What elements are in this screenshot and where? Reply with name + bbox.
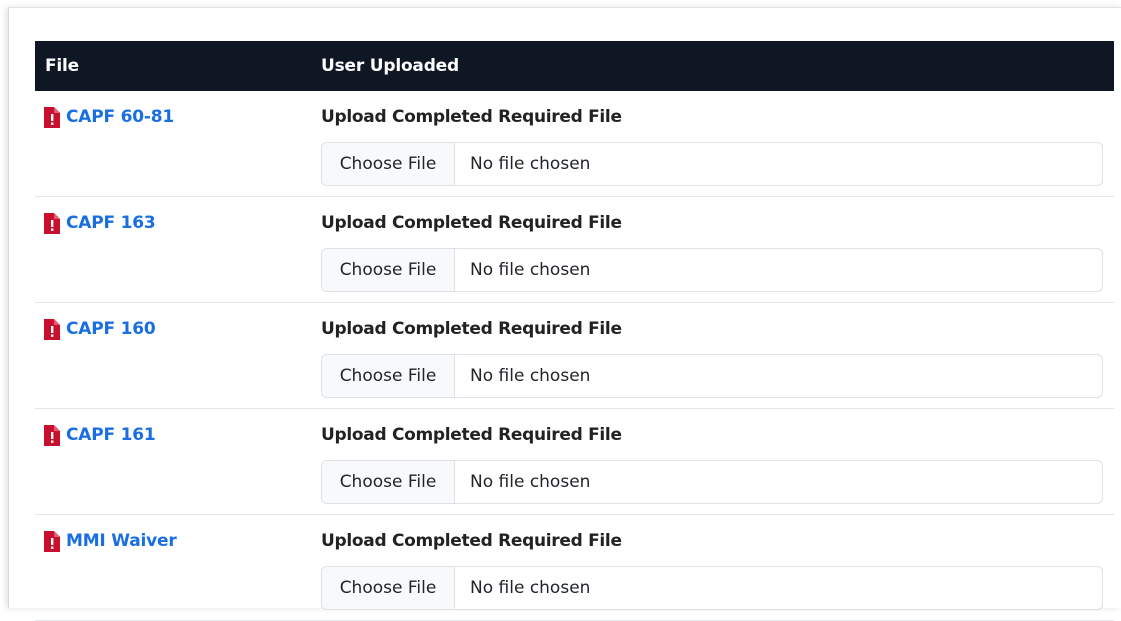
file-status-text: No file chosen xyxy=(470,472,591,492)
panel-frame: File User Uploaded CAPF 60-81 Upload Com… xyxy=(8,7,1121,621)
upload-cell: Upload Completed Required File Choose Fi… xyxy=(321,409,1114,514)
upload-label: Upload Completed Required File xyxy=(321,425,622,445)
file-input[interactable]: Choose File No file chosen xyxy=(321,248,1103,292)
pdf-file-icon xyxy=(44,213,60,234)
upload-label: Upload Completed Required File xyxy=(321,107,622,127)
upload-label: Upload Completed Required File xyxy=(321,213,622,233)
file-input[interactable]: Choose File No file chosen xyxy=(321,460,1103,504)
pdf-file-icon xyxy=(44,531,60,552)
table-row: CAPF 161 Upload Completed Required File … xyxy=(35,409,1114,515)
column-header-file: File xyxy=(45,56,79,76)
upload-cell: Upload Completed Required File Choose Fi… xyxy=(321,91,1114,196)
file-link-capf-161[interactable]: CAPF 161 xyxy=(66,424,156,446)
choose-file-button[interactable]: Choose File xyxy=(322,355,455,397)
upload-label: Upload Completed Required File xyxy=(321,319,622,339)
file-input[interactable]: Choose File No file chosen xyxy=(321,354,1103,398)
file-link-capf-160[interactable]: CAPF 160 xyxy=(66,318,156,340)
choose-file-button[interactable]: Choose File xyxy=(322,249,455,291)
choose-file-button[interactable]: Choose File xyxy=(322,567,455,609)
upload-cell: Upload Completed Required File Choose Fi… xyxy=(321,303,1114,408)
pdf-file-icon xyxy=(44,425,60,446)
upload-label: Upload Completed Required File xyxy=(321,531,622,551)
file-input[interactable]: Choose File No file chosen xyxy=(321,142,1103,186)
file-link-capf-60-81[interactable]: CAPF 60-81 xyxy=(66,106,174,128)
table-row: MMI Waiver Upload Completed Required Fil… xyxy=(35,515,1114,621)
required-files-table: File User Uploaded CAPF 60-81 Upload Com… xyxy=(35,41,1114,621)
table-row: CAPF 160 Upload Completed Required File … xyxy=(35,303,1114,409)
file-status-text: No file chosen xyxy=(470,154,591,174)
upload-cell: Upload Completed Required File Choose Fi… xyxy=(321,515,1114,620)
file-status-text: No file chosen xyxy=(470,578,591,598)
file-cell: CAPF 60-81 xyxy=(35,91,321,196)
file-status-text: No file chosen xyxy=(470,260,591,280)
table-row: CAPF 60-81 Upload Completed Required Fil… xyxy=(35,91,1114,197)
table-row: CAPF 163 Upload Completed Required File … xyxy=(35,197,1114,303)
file-cell: CAPF 163 xyxy=(35,197,321,302)
file-cell: CAPF 161 xyxy=(35,409,321,514)
column-header-user-uploaded: User Uploaded xyxy=(321,56,459,76)
upload-cell: Upload Completed Required File Choose Fi… xyxy=(321,197,1114,302)
file-link-mmi-waiver[interactable]: MMI Waiver xyxy=(66,530,177,552)
file-cell: CAPF 160 xyxy=(35,303,321,408)
file-link-capf-163[interactable]: CAPF 163 xyxy=(66,212,156,234)
choose-file-button[interactable]: Choose File xyxy=(322,461,455,503)
pdf-file-icon xyxy=(44,107,60,128)
file-input[interactable]: Choose File No file chosen xyxy=(321,566,1103,610)
file-cell: MMI Waiver xyxy=(35,515,321,620)
choose-file-button[interactable]: Choose File xyxy=(322,143,455,185)
table-header: File User Uploaded xyxy=(35,41,1114,91)
pdf-file-icon xyxy=(44,319,60,340)
file-status-text: No file chosen xyxy=(470,366,591,386)
